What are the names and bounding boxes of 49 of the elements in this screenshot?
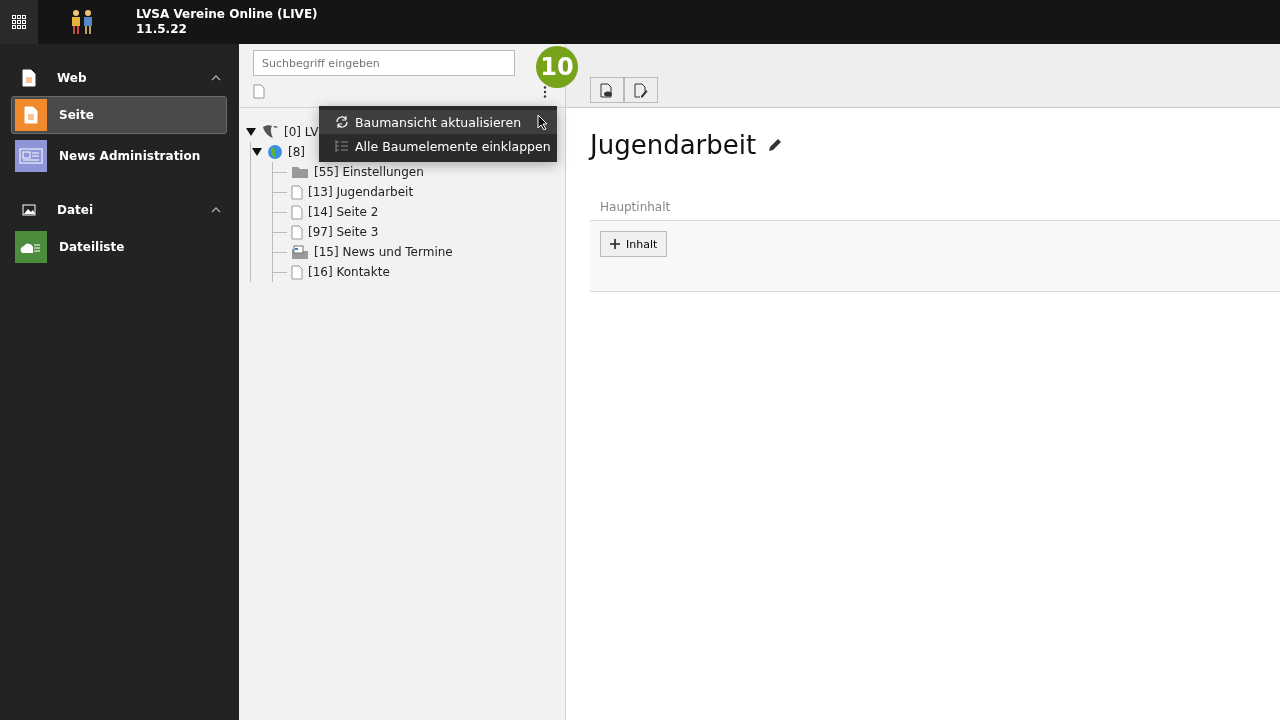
globe-icon [267,144,283,160]
folder-icon [291,165,309,179]
menu-item[interactable]: Baumansicht aktualisieren [319,110,557,134]
page-icon [24,106,38,124]
page-title: Jugendarbeit [590,130,757,160]
tree-item[interactable]: [8] [288,145,305,159]
menu-item[interactable]: Alle Baumelemente einklappen [319,134,557,158]
tree-item[interactable]: [13] Jugendarbeit [308,185,414,199]
refresh-icon [335,116,349,128]
module-item[interactable]: Dateiliste [11,228,227,266]
step-badge: 10 [536,46,578,88]
tree-item[interactable]: [97] Seite 3 [308,225,379,239]
list-icon [335,139,349,153]
chevron-up-icon[interactable] [211,207,221,213]
search-field[interactable]: Suchbegriff eingeben [253,50,515,76]
newspaper-icon [19,148,43,164]
page-icon [291,184,303,200]
tree-item[interactable]: [14] Seite 2 [308,205,379,219]
page-eye-icon [600,82,614,98]
edit-page-button[interactable] [624,77,658,103]
plus-icon [610,239,620,249]
new-page-icon [253,84,265,99]
page-icon [22,69,36,87]
more-icon[interactable] [543,85,547,98]
module-group[interactable]: Web [57,71,211,85]
pencil-icon[interactable] [768,138,783,152]
page-icon [291,204,303,220]
app-menu-icon[interactable] [0,0,38,44]
version-text: 11.5.22 [136,22,188,37]
tree-item[interactable]: [15] News und Termine [314,245,453,259]
module-item[interactable]: News Administration [11,137,227,175]
chevron-up-icon[interactable] [211,75,221,81]
tree-item[interactable]: [16] Kontakte [308,265,390,279]
folder-icon [291,244,309,260]
page-icon [291,264,303,280]
module-item[interactable]: Seite [11,96,227,134]
page-icon [291,224,303,240]
cursor-icon [537,114,549,130]
tree-item[interactable]: [0] LV [284,125,319,139]
tree-item[interactable]: [55] Einstellungen [314,165,424,179]
add-content-button[interactable]: Inhalt [600,231,668,257]
module-group[interactable]: Datei [57,203,211,217]
expanded-icon[interactable] [251,147,263,157]
expanded-icon[interactable] [245,127,257,137]
image-icon [22,204,36,216]
logo-icon [261,124,279,140]
site-title: LVSA Vereine Online (LIVE) [136,7,318,22]
view-page-button[interactable] [590,77,624,103]
page-pencil-icon [634,82,648,98]
